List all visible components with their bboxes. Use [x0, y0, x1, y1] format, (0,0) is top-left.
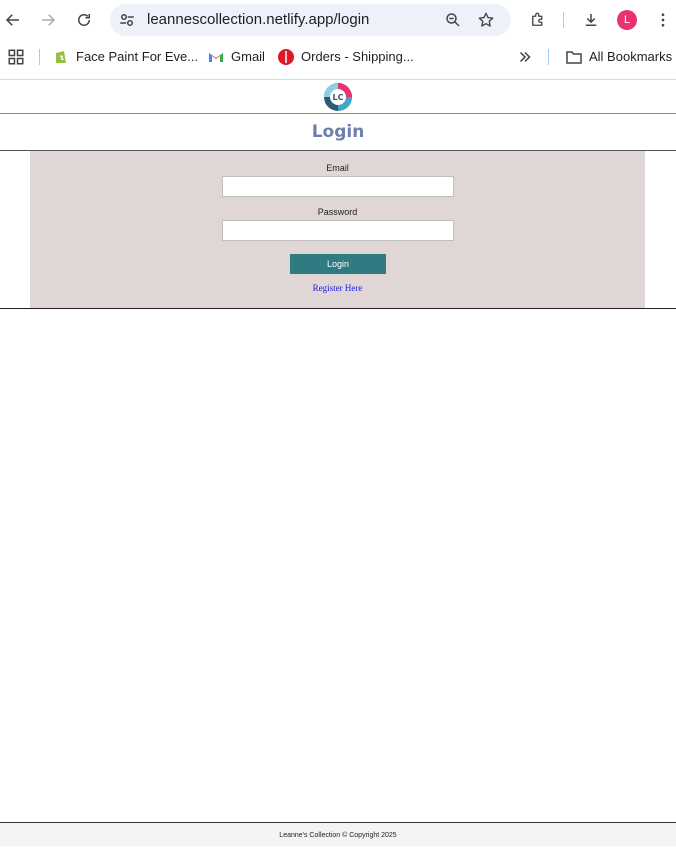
- apps-grid-icon[interactable]: [7, 48, 25, 66]
- bookmarks-bar: Face Paint For Eve... Gmail Orders - Shi…: [0, 40, 676, 73]
- url-text[interactable]: leannescollection.netlify.app/login: [147, 11, 369, 29]
- bookmarks-divider: [39, 49, 40, 65]
- zoom-icon: [446, 13, 460, 27]
- toolbar-divider: [563, 12, 564, 28]
- site-logo[interactable]: LC: [324, 83, 352, 111]
- login-button[interactable]: Login: [290, 254, 386, 274]
- star-icon: [478, 12, 494, 27]
- shopify-icon: [53, 49, 69, 65]
- page-title: Login: [311, 122, 365, 142]
- all-bookmarks-label: All Bookmarks: [589, 49, 673, 64]
- extensions-button[interactable]: [524, 6, 552, 34]
- chevron-double-right-icon[interactable]: [516, 48, 534, 66]
- page-heading-bar: Login: [0, 114, 676, 151]
- bookmarks-divider: [548, 49, 549, 65]
- bookmark-label: Orders - Shipping...: [301, 49, 414, 64]
- browser-toolbar: leannescollection.netlify.app/login L: [0, 0, 676, 40]
- kebab-menu-icon: [661, 13, 665, 27]
- email-field[interactable]: [222, 176, 454, 197]
- downloads-button[interactable]: [577, 6, 605, 34]
- reload-button[interactable]: [70, 6, 98, 34]
- zoom-button[interactable]: [443, 10, 463, 30]
- site-header: LC: [0, 79, 676, 114]
- page-content: LC Login Email Password Login Register H…: [0, 79, 676, 846]
- bookmark-label: Face Paint For Eve...: [76, 49, 199, 64]
- address-bar[interactable]: leannescollection.netlify.app/login: [110, 4, 511, 36]
- forward-arrow-icon: [42, 14, 56, 26]
- site-footer: Leanne's Collection © Copyright 2025: [0, 822, 676, 846]
- forward-button[interactable]: [34, 6, 62, 34]
- login-form: Email Password Login Register Here: [30, 151, 645, 308]
- puzzle-icon: [532, 12, 543, 26]
- bookmark-orders[interactable]: Orders - Shipping...: [278, 40, 414, 73]
- logo-text: LC: [333, 93, 344, 102]
- back-arrow-icon: [5, 14, 19, 26]
- all-bookmarks-button[interactable]: All Bookmarks: [566, 40, 672, 73]
- reload-icon: [78, 14, 90, 26]
- bookmark-label: Gmail: [231, 49, 265, 64]
- download-icon: [585, 14, 597, 26]
- back-button[interactable]: [0, 6, 27, 34]
- copyright-text: Leanne's Collection © Copyright 2025: [279, 832, 397, 839]
- email-label: Email: [326, 163, 349, 173]
- site-info-icon[interactable]: [118, 11, 136, 29]
- password-field[interactable]: [222, 220, 454, 241]
- password-label: Password: [317, 207, 358, 217]
- bookmark-gmail[interactable]: Gmail: [208, 40, 265, 73]
- bookmark-face-paint[interactable]: Face Paint For Eve...: [53, 40, 198, 73]
- profile-avatar[interactable]: L: [617, 10, 637, 30]
- folder-icon: [566, 49, 582, 65]
- content-divider: [0, 308, 676, 309]
- browser-menu-button[interactable]: [649, 6, 676, 34]
- gmail-icon: [208, 49, 224, 65]
- bookmark-star-button[interactable]: [476, 10, 496, 30]
- register-link[interactable]: Register Here: [30, 283, 645, 293]
- orders-icon: [278, 48, 294, 65]
